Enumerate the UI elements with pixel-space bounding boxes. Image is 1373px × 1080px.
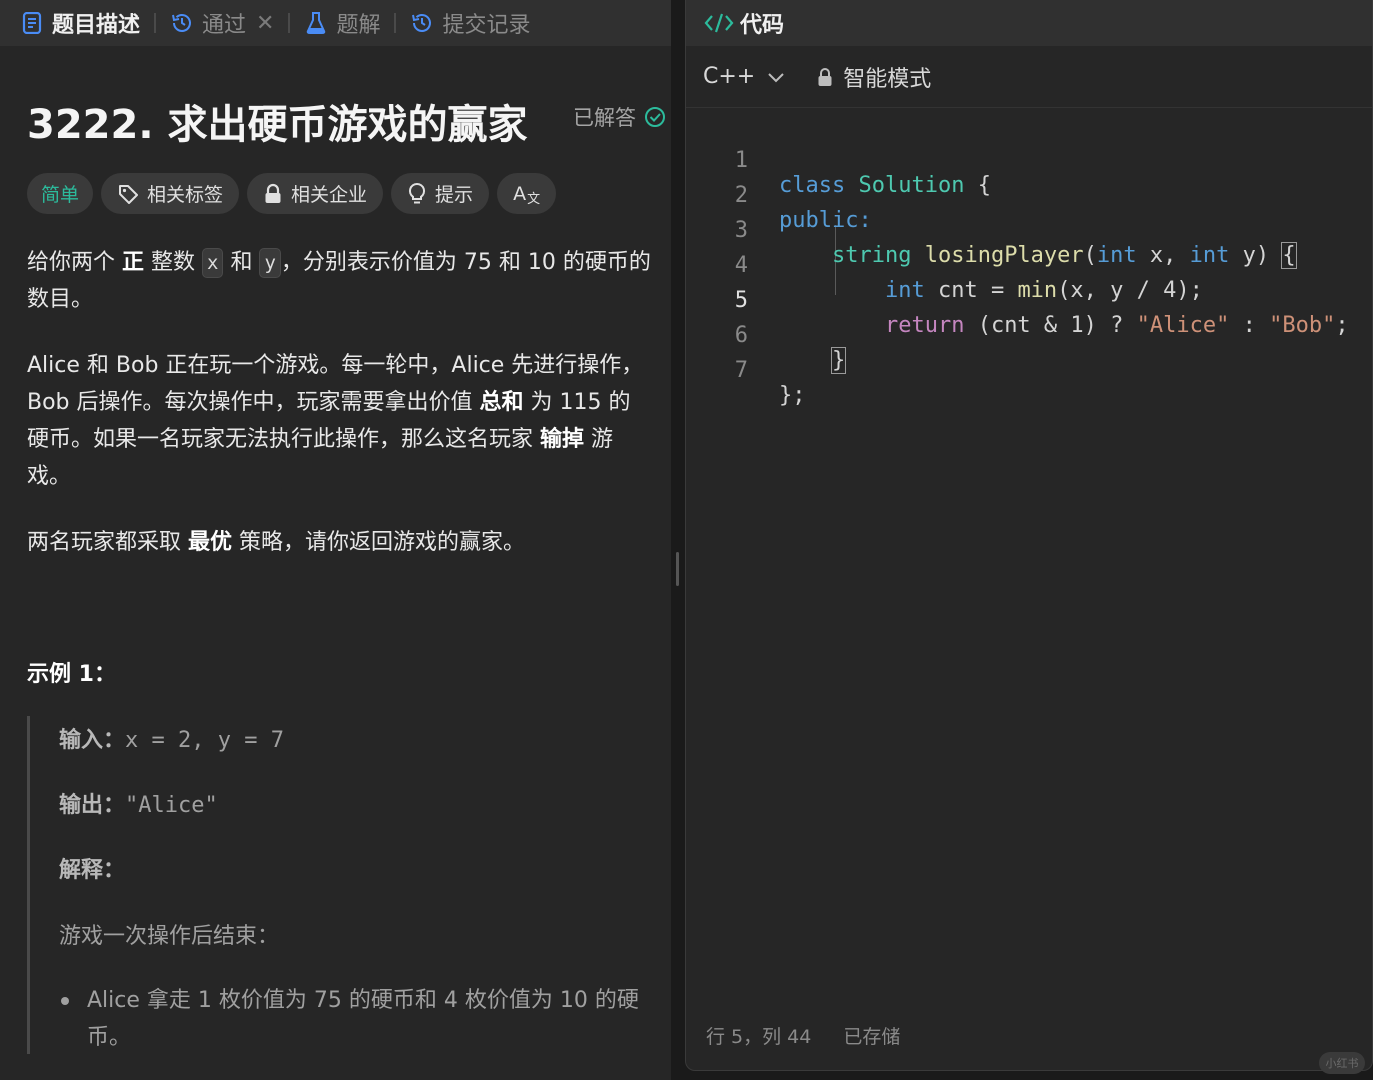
hint-label: 提示 [435,184,474,206]
language-select[interactable]: C++ [703,64,785,89]
watermark-text: 小红书 [1325,1057,1359,1070]
input-label: 输入： [59,728,126,753]
example-input: 输入：x = 2, y = 7 [59,722,284,754]
example-explanation-text: 游戏一次操作后结束： [59,924,280,949]
example-explanation-label: 解释： [59,852,125,884]
tags-button[interactable]: 相关标签 [101,173,240,214]
problem-tabs: 题目描述 通过 ✕ 题解 提交记录 [0,0,671,46]
save-status: 已存储 [843,1026,901,1048]
problem-panel: 题目描述 通过 ✕ 题解 提交记录 3222. 求出硬币游戏的赢家 已解答 简单… [0,0,671,1080]
description-icon [20,11,44,35]
output-label: 输出： [59,793,126,818]
tags-label: 相关标签 [147,184,224,206]
problem-title: 3222. 求出硬币游戏的赢家 [27,102,528,148]
smart-mode-toggle[interactable]: 智能模式 [817,61,931,93]
tag-icon [117,183,139,205]
code-icon [704,11,734,35]
tab-description-label: 题目描述 [52,13,141,38]
bold-text: 正 [122,250,145,275]
editor-status-bar: 行 5，列 44 已存储 [706,1022,900,1049]
language-label: C++ [703,64,756,89]
text: 给你两个 [27,250,122,275]
code-panel-title: 代码 [740,13,785,38]
smart-mode-label: 智能模式 [843,66,932,92]
flask-icon [304,11,328,35]
chevron-down-icon [767,71,785,83]
bold-text: 总和 [479,390,524,415]
text: 整数 [144,250,203,275]
example-title: 示例 1： [27,662,116,687]
font-size-button[interactable]: A文 [497,173,557,214]
description-paragraph-3: 两名玩家都采取 最优 策略，请你返回游戏的赢家。 [27,524,667,561]
code-line-current: 5 return (cnt & 1) ? "Alice" : "Bob"; [686,263,1372,338]
tab-solutions[interactable]: 题解 [304,0,380,46]
solved-label: 已解答 [573,106,636,130]
code-line: 3 string losingPlayer(int x, int y) { [686,193,1372,269]
tab-accepted[interactable]: 通过 ✕ [170,0,274,46]
panel-resize-handle[interactable] [676,552,679,586]
list-item: Alice 拿走 1 枚价值为 75 的硬币和 4 枚价值为 10 的硬币。 [59,982,639,1056]
text: 两名玩家都采取 [27,530,188,555]
bold-text: 最优 [188,530,233,555]
code-line: 7 }; [686,333,1372,408]
inline-code-y: y [259,248,281,278]
translate-icon: A [513,182,527,205]
line-content: }; [779,383,806,408]
line-number: 7 [734,358,748,383]
text: 策略，请你返回游戏的赢家。 [232,530,526,555]
tab-separator [154,13,157,33]
inline-code-x: x [202,248,224,278]
problem-chips: 简单 相关标签 相关企业 提示 A文 [27,173,557,214]
tab-separator [394,13,397,33]
watermark-logo: 小红书 [1319,1052,1365,1074]
code-line: 6 } [686,298,1372,374]
difficulty-badge: 简单 [27,173,94,214]
solved-status: 已解答 [573,102,666,132]
tab-description[interactable]: 题目描述 [20,0,140,46]
code-line: 2 public: [686,158,1372,233]
cursor-position: 行 5，列 44 [706,1026,812,1048]
example-block: 输入：x = 2, y = 7 输出："Alice" 解释： 游戏一次操作后结束… [27,716,647,1054]
tab-accepted-label: 通过 [202,13,247,38]
code-line: 1 class Solution { [686,123,1372,198]
output-value: "Alice" [125,793,218,818]
history-icon [170,11,194,35]
bold-text: 输掉 [540,427,585,452]
editor-toolbar: C++ 智能模式 [686,46,1372,108]
code-panel: 代码 C++ 智能模式 1 class Solution { 2 public:… [685,0,1373,1071]
lock-icon [263,183,283,205]
code-panel-header: 代码 [686,0,1372,46]
translate-icon-sub: 文 [527,192,541,207]
close-icon[interactable]: ✕ [256,11,274,36]
companies-button[interactable]: 相关企业 [247,173,384,214]
input-value: x = 2, y = 7 [125,728,284,753]
text: 和 [223,250,260,275]
check-circle-icon [644,106,666,128]
history-icon [410,11,434,35]
companies-label: 相关企业 [291,184,368,206]
code-line: 4 int cnt = min(x, y / 4); [686,228,1372,303]
explanation-label: 解释： [59,858,126,883]
hint-button[interactable]: 提示 [391,173,490,214]
tab-solutions-label: 题解 [336,13,381,38]
description-paragraph-2: Alice 和 Bob 正在玩一个游戏。每一轮中，Alice 先进行操作，Bob… [27,347,652,495]
tab-submissions-label: 提交记录 [442,13,531,38]
tab-submissions[interactable]: 提交记录 [410,0,531,46]
description-paragraph-1: 给你两个 正 整数 x 和 y ，分别表示价值为 75 和 10 的硬币的数目。 [27,244,667,318]
example-output: 输出："Alice" [59,787,218,819]
lightbulb-icon [407,182,427,206]
tab-separator [288,13,291,33]
lock-icon [817,67,833,87]
